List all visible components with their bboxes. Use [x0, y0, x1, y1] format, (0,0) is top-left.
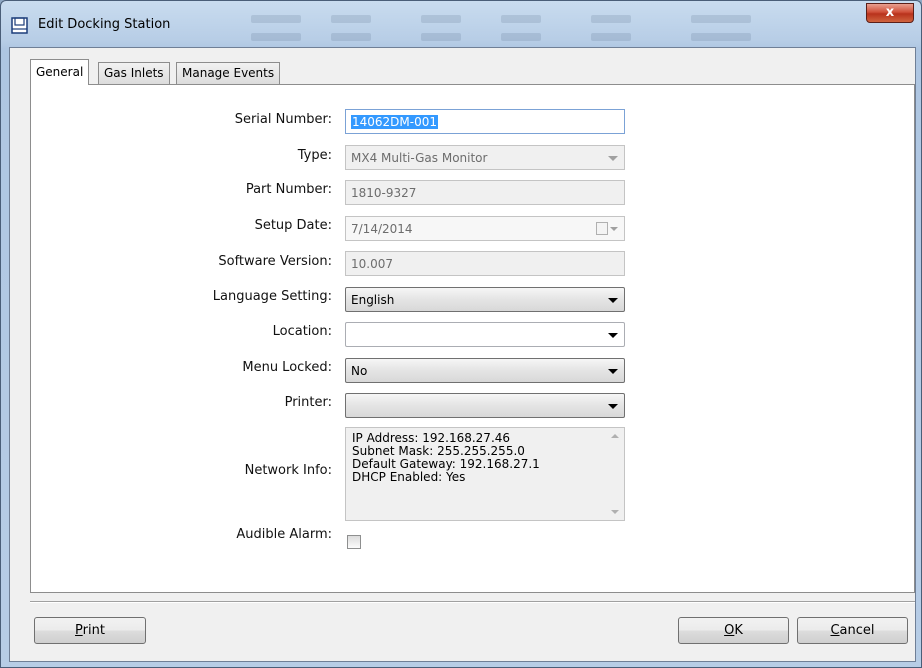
- ok-button[interactable]: OK: [678, 617, 789, 644]
- tab-label: General: [36, 65, 84, 79]
- print-mnemonic: P: [75, 623, 83, 638]
- software-version-value: 10.007: [351, 257, 393, 271]
- calendar-icon[interactable]: [596, 222, 608, 235]
- part-number-field[interactable]: 1810-9327: [345, 180, 625, 205]
- language-setting-label: Language Setting:: [212, 289, 332, 304]
- setup-date-label: Setup Date:: [254, 218, 332, 233]
- close-icon: x: [885, 5, 895, 20]
- network-info-line: DHCP Enabled: Yes: [352, 470, 466, 484]
- dialog-window: Edit Docking Station x General Gas Inlet…: [0, 0, 922, 668]
- setup-date-picker[interactable]: 7/14/2014: [345, 216, 625, 241]
- network-info-scrollbar[interactable]: [607, 428, 624, 520]
- background-ghost: [331, 33, 371, 41]
- background-ghost: [591, 15, 631, 23]
- printer-select[interactable]: [345, 393, 625, 418]
- title-bar[interactable]: Edit Docking Station x: [1, 1, 921, 47]
- chevron-down-icon: [610, 227, 618, 231]
- print-label-rest: rint: [82, 623, 105, 638]
- chevron-down-icon: [608, 404, 618, 409]
- network-info-textarea[interactable]: IP Address: 192.168.27.46 Subnet Mask: 2…: [345, 427, 625, 521]
- window-title: Edit Docking Station: [38, 17, 171, 32]
- background-ghost: [501, 33, 541, 41]
- divider: [30, 601, 915, 603]
- cancel-label-rest: ancel: [839, 623, 875, 638]
- type-value: MX4 Multi-Gas Monitor: [351, 151, 488, 165]
- type-select[interactable]: MX4 Multi-Gas Monitor: [345, 145, 625, 170]
- chevron-down-icon: [608, 369, 618, 374]
- background-ghost: [251, 15, 301, 23]
- cancel-button[interactable]: Cancel: [797, 617, 908, 644]
- dialog-client-area: General Gas Inlets Manage Events Serial …: [9, 47, 916, 662]
- background-ghost: [691, 33, 751, 41]
- tab-label: Gas Inlets: [104, 66, 164, 80]
- tab-label: Manage Events: [182, 66, 275, 80]
- background-ghost: [591, 33, 631, 41]
- chevron-down-icon: [608, 333, 618, 338]
- location-label: Location:: [272, 324, 332, 339]
- cancel-mnemonic: C: [830, 623, 840, 638]
- tab-manage-events[interactable]: Manage Events: [176, 62, 281, 84]
- menu-locked-label: Menu Locked:: [242, 360, 332, 375]
- location-select[interactable]: [345, 322, 625, 347]
- tab-general[interactable]: General: [30, 59, 90, 85]
- part-number-value: 1810-9327: [351, 186, 417, 200]
- background-ghost: [421, 33, 461, 41]
- print-button[interactable]: Print: [34, 617, 146, 644]
- tab-gas-inlets[interactable]: Gas Inlets: [98, 62, 170, 84]
- background-ghost: [331, 15, 371, 23]
- serial-number-label: Serial Number:: [234, 112, 332, 127]
- part-number-label: Part Number:: [245, 182, 332, 197]
- software-version-field[interactable]: 10.007: [345, 251, 625, 276]
- background-ghost: [421, 15, 461, 23]
- serial-number-value: 14062DM-001: [351, 115, 439, 129]
- ok-label-rest: K: [734, 623, 743, 638]
- type-label: Type:: [297, 148, 332, 163]
- background-ghost: [501, 15, 541, 23]
- printer-label: Printer:: [284, 395, 332, 410]
- docking-station-icon: [11, 17, 28, 34]
- background-ghost: [691, 15, 751, 23]
- network-info-label: Network Info:: [244, 463, 332, 478]
- audible-alarm-label: Audible Alarm:: [236, 527, 332, 542]
- chevron-down-icon: [608, 156, 618, 161]
- scroll-down-icon[interactable]: [611, 510, 619, 514]
- serial-number-field[interactable]: 14062DM-001: [345, 109, 625, 134]
- menu-locked-select[interactable]: No: [345, 358, 625, 383]
- software-version-label: Software Version:: [218, 254, 332, 269]
- close-button[interactable]: x: [866, 3, 914, 23]
- language-setting-select[interactable]: English: [345, 287, 625, 312]
- menu-locked-value: No: [351, 364, 368, 378]
- chevron-down-icon: [608, 298, 618, 303]
- language-setting-value: English: [351, 293, 395, 307]
- background-ghost: [251, 33, 301, 41]
- ok-mnemonic: O: [724, 623, 735, 638]
- setup-date-value: 7/14/2014: [351, 222, 413, 236]
- scroll-up-icon[interactable]: [611, 434, 619, 438]
- audible-alarm-checkbox[interactable]: [347, 535, 361, 549]
